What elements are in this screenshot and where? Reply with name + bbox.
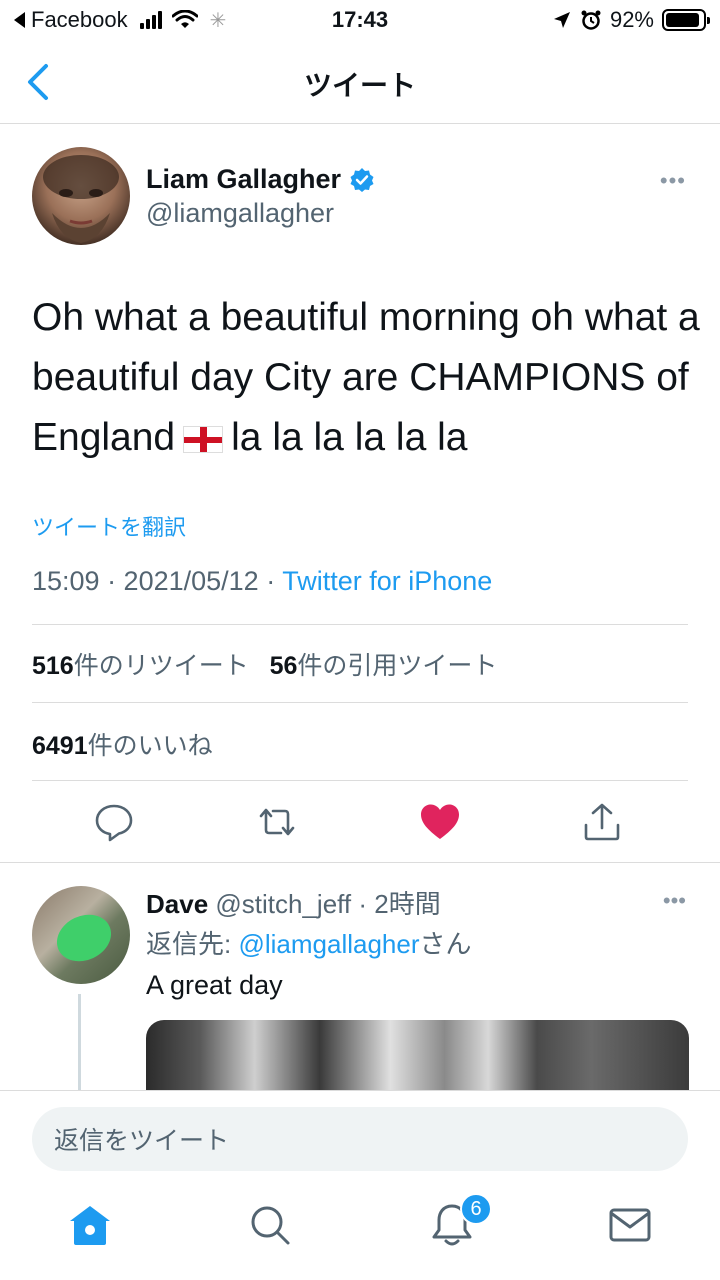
retweet-stats[interactable]: 516件のリツイート 56件の引用ツイート — [32, 646, 497, 682]
quote-label: 件の引用ツイート — [297, 652, 498, 680]
reply-to-line: 返信先: @liamgallagherさん — [146, 924, 472, 961]
translate-link[interactable]: ツイートを翻訳 — [32, 510, 186, 542]
page-title: ツイート — [303, 70, 416, 101]
quote-count: 56 — [269, 652, 298, 680]
retweet-count: 516 — [32, 652, 74, 680]
author-avatar[interactable] — [32, 147, 130, 245]
reply-to-prefix: 返信先: — [146, 929, 239, 959]
divider — [32, 624, 688, 625]
mail-icon[interactable] — [606, 1201, 654, 1249]
divider — [32, 780, 688, 781]
retweet-icon[interactable] — [255, 800, 299, 844]
nav-header: ツイート — [0, 40, 720, 124]
like-stats[interactable]: 6491件のいいね — [32, 726, 213, 762]
reply-to-suffix: さん — [419, 929, 472, 959]
notification-badge: 6 — [460, 1193, 492, 1225]
divider — [32, 702, 688, 703]
author-name-text: Liam Gallagher — [146, 164, 342, 194]
reply-author-name: Dave — [146, 889, 209, 919]
more-icon[interactable]: ••• — [660, 168, 686, 194]
retweet-label: 件のリツイート — [73, 652, 249, 680]
status-bar-right: 92% — [552, 7, 710, 33]
share-icon[interactable] — [580, 800, 624, 844]
battery-level — [666, 13, 700, 27]
reply-to-mention[interactable]: @liamgallagher — [238, 929, 419, 959]
location-arrow-icon — [553, 12, 570, 28]
thread-line — [78, 994, 81, 1090]
tweet-text-tail: la la la la la la — [231, 416, 468, 459]
tab-bar: 6 — [0, 1193, 720, 1271]
tweet-meta: 15:09 · 2021/05/12 · Twitter for iPhone — [32, 566, 492, 597]
heart-icon[interactable] — [418, 800, 462, 844]
reply-input-placeholder: 返信をツイート — [54, 1127, 230, 1155]
like-label: 件のいいね — [87, 732, 213, 760]
reply-input[interactable]: 返信をツイート — [32, 1107, 688, 1171]
section-separator — [0, 862, 720, 863]
reply-text: A great day — [146, 970, 283, 1000]
like-count: 6491 — [32, 732, 88, 760]
alarm-icon — [581, 10, 601, 30]
reply-time: · 2時間 — [358, 889, 441, 919]
reply-header[interactable]: Dave @stitch_jeff · 2時間 — [146, 884, 441, 921]
reply-author-avatar[interactable] — [32, 886, 130, 984]
home-icon[interactable] — [66, 1201, 114, 1249]
tweet-actions — [0, 800, 720, 846]
search-icon[interactable] — [246, 1201, 294, 1249]
reply-icon[interactable] — [92, 800, 136, 844]
bottom-bar: 返信をツイート 6 — [0, 1090, 720, 1280]
tweet-text: Oh what a beautiful morning oh what a be… — [32, 288, 702, 468]
more-icon[interactable]: ••• — [663, 888, 686, 914]
england-flag-emoji — [183, 426, 224, 454]
author-name[interactable]: Liam Gallagher — [146, 164, 375, 195]
avatar-watering-can-image — [49, 906, 119, 970]
tweet-timestamp: 15:09 · 2021/05/12 · — [32, 566, 283, 596]
reply-author-handle: @stitch_jeff — [215, 889, 352, 919]
verified-badge-icon — [350, 167, 374, 192]
battery-percent: 92% — [609, 7, 654, 32]
tweet-source-link[interactable]: Twitter for iPhone — [282, 566, 492, 596]
reply-media-image[interactable] — [146, 1020, 689, 1090]
status-bar: Facebook ✳ 17:43 92% — [0, 0, 720, 40]
author-handle[interactable]: @liamgallagher — [146, 198, 334, 229]
battery-icon — [662, 9, 710, 31]
avatar-face-image — [43, 155, 119, 243]
